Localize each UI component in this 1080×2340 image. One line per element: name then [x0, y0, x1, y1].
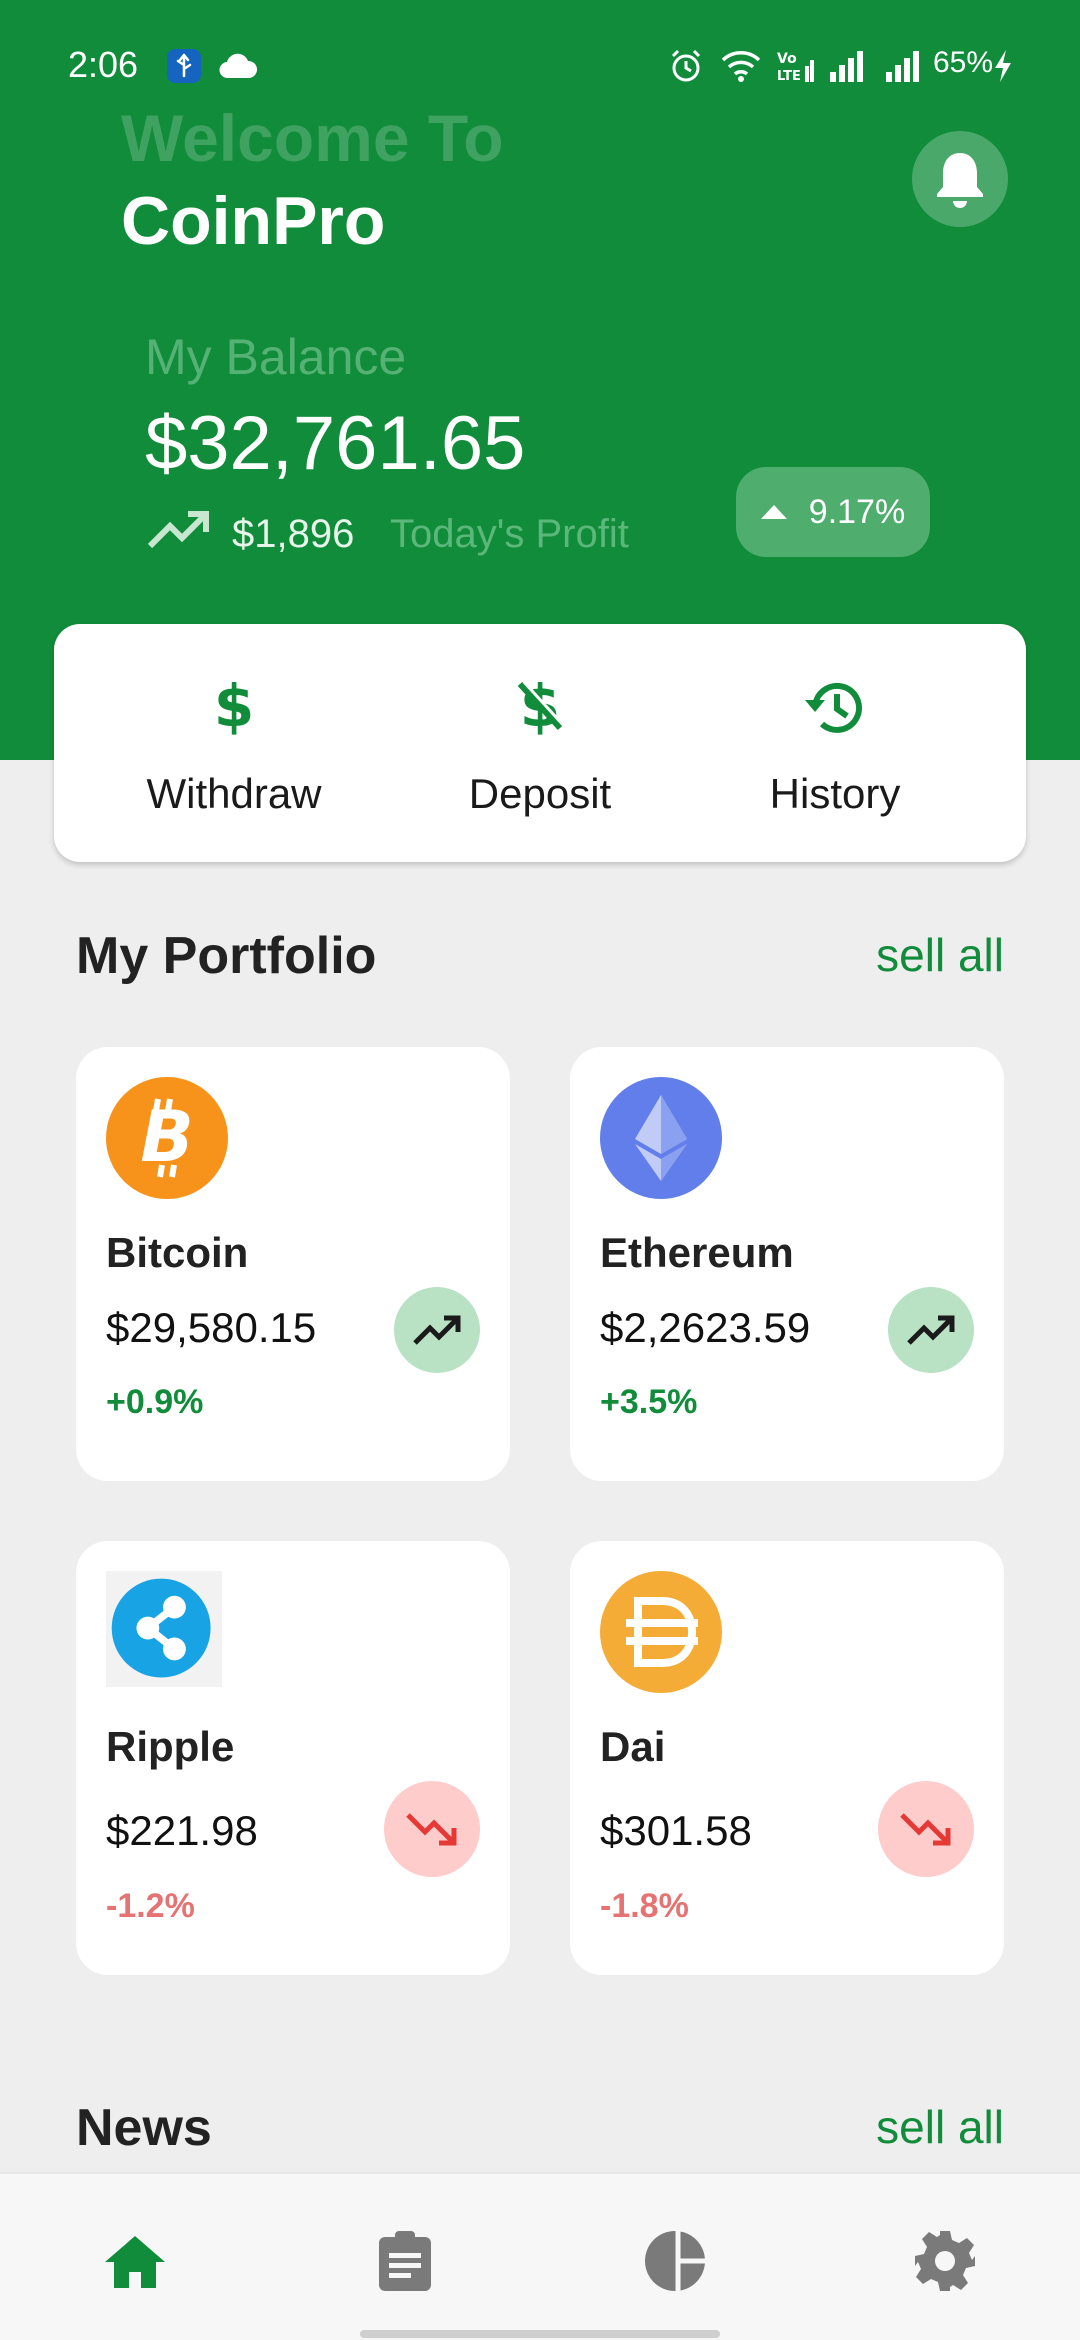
coin-price: $301.58: [600, 1807, 752, 1854]
trend-down-button[interactable]: [878, 1781, 974, 1877]
coin-change: +3.5%: [600, 1383, 698, 1421]
balance-value: $32,761.65: [145, 401, 526, 486]
trend-up-button[interactable]: [888, 1287, 974, 1373]
ripple-logo: [106, 1571, 222, 1687]
clipboard-icon: [379, 2231, 431, 2291]
pie-chart-icon: [645, 2231, 705, 2291]
coin-price: $2,2623.59: [600, 1304, 811, 1351]
settings-icon: [915, 2231, 975, 2291]
coin-price: $221.98: [106, 1807, 258, 1854]
bottom-nav: [0, 2172, 1080, 2340]
coin-card-bitcoin[interactable]: B Bitcoin $29,580.15 +0.9%: [76, 1047, 510, 1481]
svg-text:Vo: Vo: [777, 51, 797, 67]
withdraw-button[interactable]: $ Withdraw: [84, 624, 384, 862]
home-icon: [105, 2236, 165, 2288]
coin-change: +0.9%: [106, 1383, 204, 1421]
trending-up-icon: [413, 1315, 461, 1345]
triangle-up-icon: [760, 505, 787, 519]
alarm-icon: [668, 48, 704, 89]
wifi-icon: [720, 48, 762, 89]
nav-home[interactable]: [100, 2226, 170, 2296]
signal-icon-2: [884, 48, 924, 89]
trending-down-icon: [406, 1813, 457, 1846]
dollar-icon: $: [214, 676, 254, 736]
status-bar: 2:06 Vo LTE 65%: [0, 40, 1080, 94]
svg-text:LTE: LTE: [777, 69, 801, 84]
news-see-all-link[interactable]: sell all: [876, 2100, 1004, 2154]
coin-price: $29,580.15: [106, 1304, 317, 1351]
news-title: News: [76, 2099, 212, 2157]
volte-icon: Vo LTE: [775, 48, 815, 89]
history-button[interactable]: History: [685, 624, 985, 862]
deposit-button[interactable]: $ Deposit: [390, 624, 690, 862]
bitcoin-logo: B: [106, 1077, 228, 1199]
dai-logo: [600, 1571, 722, 1693]
coin-name: Dai: [600, 1723, 666, 1770]
trending-down-icon: [900, 1813, 951, 1846]
change-percent-value: 9.17%: [808, 492, 906, 531]
status-time: 2:06: [68, 44, 139, 85]
change-percent-badge: 9.17%: [736, 467, 930, 557]
nav-settings[interactable]: [910, 2226, 980, 2296]
usb-icon: [166, 48, 202, 89]
battery-percent: 65%: [933, 46, 994, 79]
coin-change: -1.2%: [106, 1887, 195, 1925]
home-indicator[interactable]: [360, 2330, 720, 2338]
signal-icon: [828, 48, 868, 89]
coin-change: -1.8%: [600, 1887, 689, 1925]
trend-up-button[interactable]: [394, 1287, 480, 1373]
coin-card-ripple[interactable]: Ripple $221.98 -1.2%: [76, 1541, 510, 1975]
balance-label: My Balance: [145, 329, 407, 385]
quick-actions-card: $ Withdraw $ Deposit History: [54, 624, 1026, 862]
coin-card-dai[interactable]: Dai $301.58 -1.8%: [570, 1541, 1004, 1975]
history-icon: [805, 682, 862, 733]
bell-icon: [937, 153, 983, 208]
coin-name: Ethereum: [600, 1229, 794, 1276]
trend-down-button[interactable]: [384, 1781, 480, 1877]
coin-name: Bitcoin: [106, 1229, 249, 1276]
coin-card-ethereum[interactable]: Ethereum $2,2623.59 +3.5%: [570, 1047, 1004, 1481]
dollar-off-icon: $: [517, 676, 566, 736]
profit-label: Today's Profit: [390, 512, 629, 556]
profit-amount: $1,896: [232, 512, 355, 556]
svg-text:$: $: [214, 676, 254, 736]
nav-stats[interactable]: [640, 2226, 710, 2296]
app-title: CoinPro: [121, 183, 386, 259]
charging-icon: [992, 48, 1014, 89]
withdraw-label: Withdraw: [146, 770, 322, 817]
nav-transactions[interactable]: [370, 2226, 440, 2296]
trending-up-icon: [907, 1315, 955, 1345]
cloud-icon: [218, 52, 258, 85]
ethereum-logo: [600, 1077, 722, 1199]
welcome-text: Welcome To: [121, 101, 504, 175]
portfolio-see-all-link[interactable]: sell all: [876, 928, 1004, 982]
deposit-label: Deposit: [468, 770, 612, 817]
notification-button[interactable]: [912, 131, 1008, 227]
history-label: History: [769, 770, 901, 817]
coin-name: Ripple: [106, 1723, 235, 1770]
portfolio-title: My Portfolio: [76, 927, 377, 985]
trending-up-icon: [146, 508, 212, 557]
